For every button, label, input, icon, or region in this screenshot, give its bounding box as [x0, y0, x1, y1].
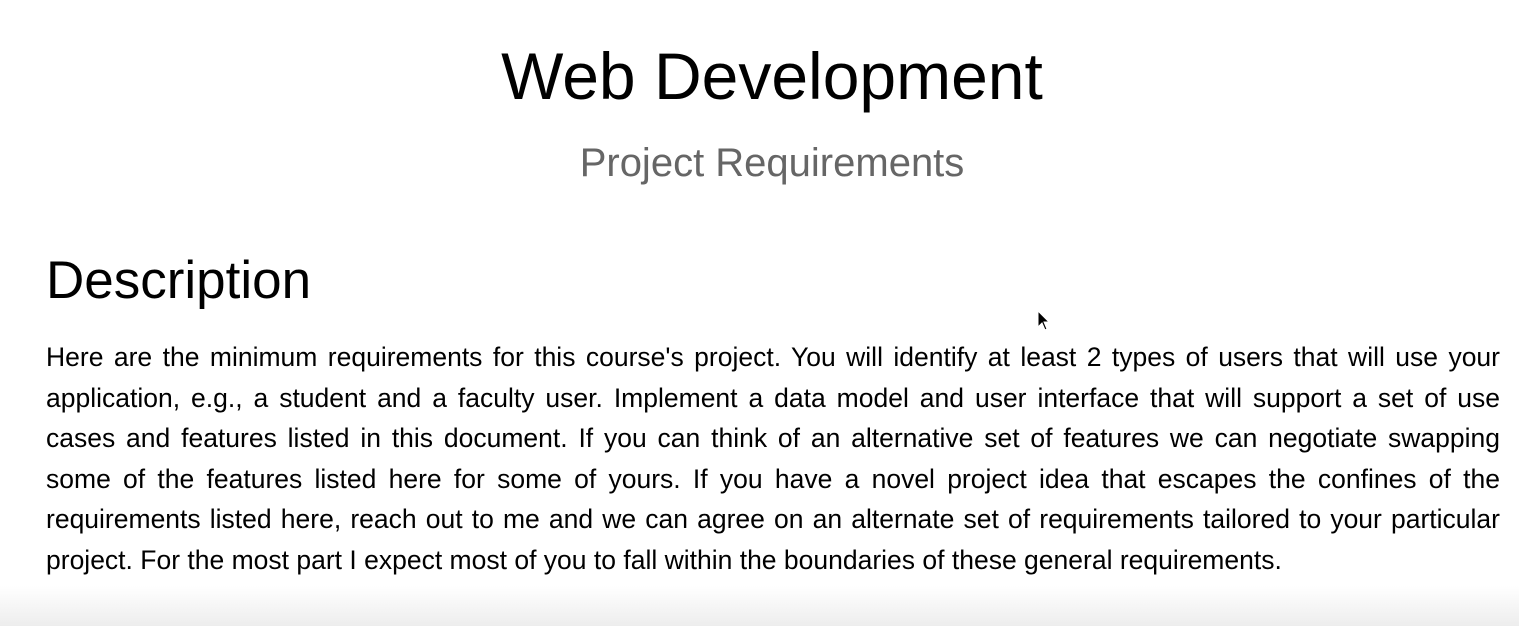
- section-paragraph-description: Here are the minimum requirements for th…: [46, 342, 1500, 575]
- mouse-pointer-icon: [1037, 310, 1051, 331]
- document-title: Web Development: [501, 39, 1043, 113]
- section-heading-description: Description: [46, 251, 312, 310]
- document-subtitle: Project Requirements: [579, 141, 965, 185]
- bottom-shadow: [0, 586, 1519, 626]
